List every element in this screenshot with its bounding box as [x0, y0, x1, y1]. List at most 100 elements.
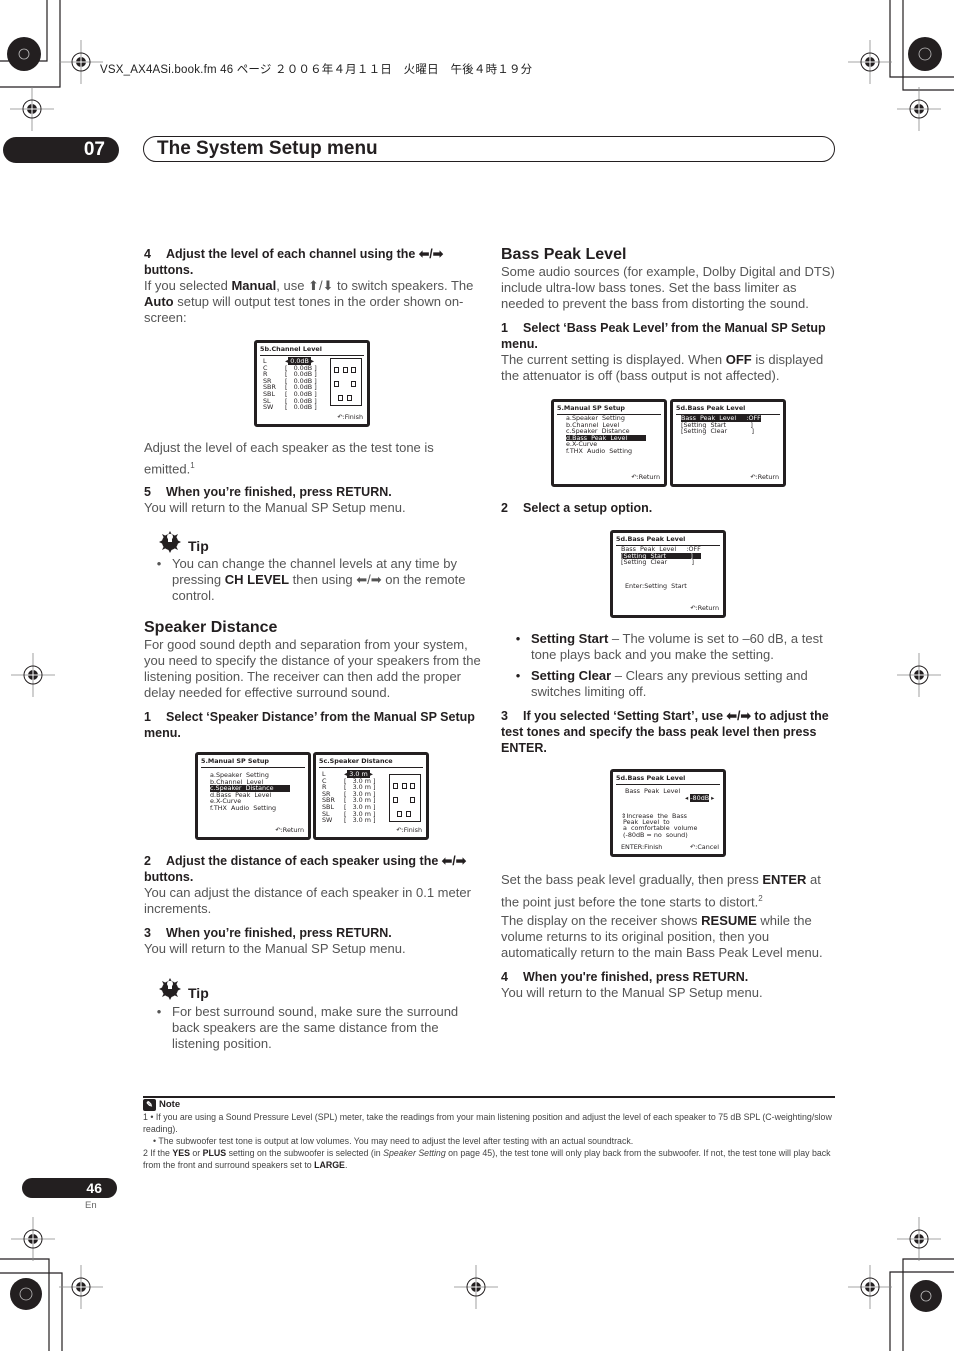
- speaker-icon: [351, 381, 356, 387]
- osd-title: 5c.Speaker Distance: [319, 758, 423, 768]
- bp-step-3: 3 If you selected ‘Setting Start’, use ⬅/…: [501, 708, 836, 756]
- speaker-icon: [406, 811, 411, 817]
- osd-bass-peak-setup-option-screen: 5d.Bass Peak Level Bass Peak Level :OFF[…: [610, 530, 726, 618]
- osd-footer: ↶:Return: [631, 473, 660, 482]
- speaker-layout-diagram: [330, 358, 362, 406]
- note-1a: 1 • If you are using a Sound Pressure Le…: [143, 1112, 832, 1134]
- bp-step-1-heading: 1 Select ‘Bass Peak Level’ from the Manua…: [501, 321, 826, 351]
- speaker-icon: [334, 367, 339, 373]
- bp-bullets: • Setting Start – The volume is set to –6…: [513, 631, 836, 700]
- note-label: Note: [159, 1099, 181, 1110]
- osd-footer: ↶:Finish: [337, 413, 363, 422]
- tip-2: Tip: [158, 977, 498, 1004]
- sd-step-2-body: You can adjust the distance of each spea…: [144, 885, 471, 916]
- osd-footer-left: ENTER:Finish: [621, 843, 663, 852]
- file-meta: VSX_AX4ASi.book.fm 46 ページ ２００６年４月１１日 火曜日…: [100, 64, 533, 76]
- osd-menu-item: f.THX Audio Setting: [566, 447, 633, 455]
- osd-channel-label: SW: [263, 403, 274, 412]
- step-5-heading: 5 When you’re finished, press RETURN.: [144, 485, 392, 500]
- osd-manual-sp-setup-screen: 5.Manual SP Setup a.Speaker Setting b.Cha…: [551, 399, 667, 487]
- section-heading-bass-peak-level: Bass Peak Level: [501, 246, 627, 263]
- chapter-title: The System Setup menu: [157, 138, 378, 159]
- osd-title: 5b.Channel Level: [260, 346, 364, 356]
- notes-divider: [143, 1096, 835, 1098]
- sd-step-3-heading: 3 When you’re finished, press RETURN.: [144, 926, 392, 940]
- osd-bass-peak-adjust-screen: 5d.Bass Peak Level Bass Peak Level ◂ -80…: [610, 769, 726, 857]
- speaker-icon: [393, 797, 398, 803]
- left-column-3: 2 Adjust the distance of each speaker usi…: [144, 853, 484, 957]
- step-4-body: If you selected Manual, use ⬆/⬇ to switc…: [144, 278, 474, 325]
- step-4-heading: 4 Adjust the level of each channel using …: [144, 247, 444, 277]
- tip-1-body: • You can change the channel levels at an…: [156, 556, 466, 603]
- left-column: 4 Adjust the level of each channel using …: [144, 246, 484, 326]
- speaker-icon: [343, 367, 348, 373]
- section-heading-speaker-distance: Speaker Distance: [144, 619, 278, 636]
- sd-step-3-body: You will return to the Manual SP Setup m…: [144, 941, 406, 956]
- osd-hint: Enter:Setting Start: [625, 582, 687, 590]
- osd-footer: ↶:Cancel: [689, 843, 719, 852]
- speaker-icon: [410, 783, 415, 789]
- osd-footer: ↶:Finish: [396, 826, 422, 835]
- speaker-distance-section: Speaker Distance For good sound depth an…: [144, 619, 484, 741]
- osd-menu-item: [Setting Clear ]: [621, 558, 695, 567]
- osd-footer: ↶:Return: [275, 826, 304, 835]
- bp-step-4-body: You will return to the Manual SP Setup m…: [501, 985, 763, 1001]
- speaker-icon: [410, 797, 415, 803]
- tip-1: Tip: [158, 530, 498, 557]
- sd-step-1-heading: 1 Select ‘Speaker Distance’ from the Manu…: [144, 710, 475, 740]
- notes-section: ✎ Note 1 • If you are using a Sound Pres…: [143, 1099, 835, 1171]
- osd-channel-value: [ 3.0 m ]: [344, 816, 376, 825]
- adjust-level-text: Adjust the level of each speaker as the …: [144, 440, 434, 477]
- osd-channel-label: SW: [322, 816, 333, 825]
- speaker-icon: [338, 395, 343, 401]
- page-number-badge: 46: [22, 1178, 117, 1198]
- tip-label: Tip: [188, 984, 209, 1001]
- lightbulb-icon: [158, 977, 182, 1004]
- osd-label: Bass Peak Level: [625, 787, 681, 795]
- bass-peak-intro: Some audio sources (for example, Dolby D…: [501, 264, 835, 311]
- pencil-note-icon: ✎: [143, 1099, 156, 1111]
- osd-bass-peak-level-screen: 5d.Bass Peak Level Bass Peak Level :OFF[…: [670, 399, 786, 487]
- bullet-setting-start: • Setting Start – The volume is set to –6…: [515, 631, 823, 662]
- osd-manual-sp-setup-screen: 5.Manual SP Setup a.Speaker Setting b.Cha…: [195, 752, 311, 840]
- page-language: En: [85, 1200, 97, 1211]
- osd-channel-value: [ 0.0dB ]: [285, 403, 317, 412]
- bp-para-1: Set the bass peak level gradually, then …: [501, 872, 821, 910]
- step-5-body: You will return to the Manual SP Setup m…: [144, 500, 406, 516]
- osd-menu-item: [Setting Clear ]: [681, 427, 755, 436]
- osd-title: 5.Manual SP Setup: [201, 758, 305, 768]
- osd-menu-item: f.THX Audio Setting: [210, 804, 277, 812]
- speaker-icon: [347, 395, 352, 401]
- right-column-end: Set the bass peak level gradually, then …: [501, 870, 836, 1001]
- bullet-setting-clear: • Setting Clear – Clears any previous set…: [515, 668, 808, 699]
- speaker-icon: [402, 783, 407, 789]
- speaker-distance-intro: For good sound depth and separation from…: [144, 637, 481, 700]
- speaker-icon: [334, 381, 339, 387]
- bp-step-2-heading: 2 Select a setup option.: [501, 501, 653, 515]
- speaker-icon: [397, 811, 402, 817]
- left-column-2: Adjust the level of each speaker as the …: [144, 439, 484, 516]
- osd-footer: ↶:Return: [690, 604, 719, 613]
- bp-step-2: 2 Select a setup option.: [501, 500, 836, 516]
- bp-step-3-heading: 3 If you selected ‘Setting Start’, use ⬅/…: [501, 709, 829, 755]
- speaker-icon: [393, 783, 398, 789]
- chapter-number-badge: 07: [3, 137, 119, 163]
- speaker-layout-diagram: [389, 774, 421, 822]
- sd-step-2-heading: 2 Adjust the distance of each speaker usi…: [144, 854, 467, 884]
- osd-hint-line: (-80dB = no sound): [621, 830, 688, 839]
- bp-step-1-body: The current setting is displayed. When O…: [501, 352, 824, 383]
- osd-speaker-distance-screen: 5c.Speaker Distance L ◂ 3.0 m ▸ C[ 3.0 m ]…: [313, 752, 429, 840]
- note-2: 2 If the YES or PLUS setting on the subw…: [143, 1148, 831, 1170]
- osd-channel-level-screen: 5b.Channel Level L ◂ 0.0dB ▸ C[ 0.0dB ] R[ …: [254, 340, 370, 427]
- lightbulb-icon: [158, 530, 182, 557]
- tip-label: Tip: [188, 537, 209, 554]
- osd-title: 5d.Bass Peak Level: [616, 775, 720, 785]
- bp-para-2: The display on the receiver shows RESUME…: [501, 913, 823, 961]
- tip-2-body: • For best surround sound, make sure the …: [156, 1004, 459, 1051]
- note-1b: • The subwoofer test tone is output at l…: [153, 1136, 634, 1146]
- osd-value: ◂ -80dB ▸: [685, 794, 715, 802]
- speaker-icon: [351, 367, 356, 373]
- bass-peak-section: Bass Peak Level Some audio sources (for …: [501, 246, 836, 384]
- bp-step-4-heading: 4 When you're finished, press RETURN.: [501, 970, 749, 985]
- osd-footer: ↶:Return: [750, 473, 779, 482]
